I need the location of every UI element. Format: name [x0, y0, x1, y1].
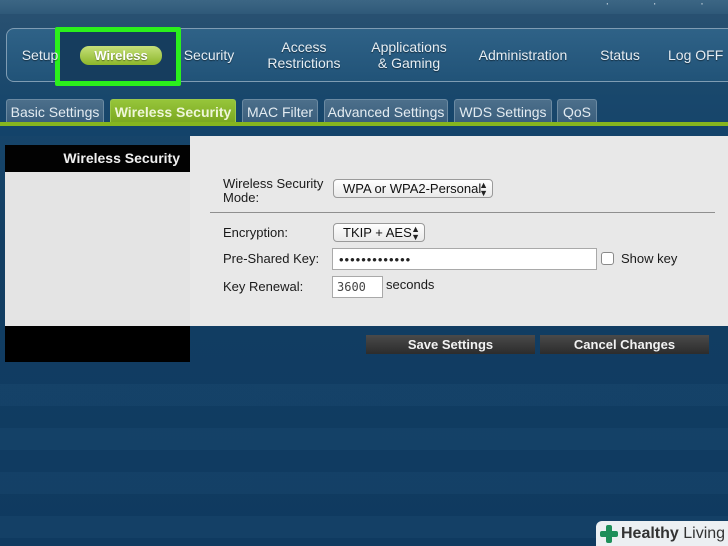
logo-brand-rest: Living [683, 524, 726, 542]
show-key-checkbox[interactable] [601, 252, 614, 265]
healthy-living-logo: Healthy Living [596, 521, 728, 546]
side-panel-header: Wireless Security [5, 145, 190, 172]
tab-advanced-settings[interactable]: Advanced Settings [324, 99, 448, 123]
logo-text: Healthy Living [621, 525, 725, 543]
background-texture [0, 362, 728, 546]
select-arrows-icon: ▲ ▼ [479, 180, 488, 198]
nav-item-applications-gaming[interactable]: Applications & Gaming [362, 28, 456, 82]
psk-label: Pre-Shared Key: [223, 251, 320, 266]
key-renewal-unit: seconds [386, 277, 435, 292]
top-dots: · · · [605, 0, 724, 10]
pre-shared-key-input[interactable]: ••••••••••••• [332, 248, 597, 270]
logo-brand-bold: Healthy [621, 524, 679, 542]
tab-wds-settings[interactable]: WDS Settings [454, 99, 552, 123]
wireless-security-form: Wireless Security Mode: WPA or WPA2-Pers… [190, 136, 728, 326]
side-panel-footer [5, 326, 190, 362]
security-mode-label: Wireless Security Mode: [223, 176, 324, 205]
tab-mac-filter[interactable]: MAC Filter [242, 99, 318, 123]
security-mode-select[interactable]: WPA or WPA2-Personal ▲ ▼ [333, 179, 493, 198]
nav-item-wireless[interactable]: Wireless [80, 46, 162, 65]
nav-item-access-restrictions[interactable]: Access Restrictions [258, 28, 350, 82]
plus-icon [600, 524, 618, 543]
encryption-label: Encryption: [223, 225, 289, 240]
tab-wireless-security[interactable]: Wireless Security [110, 99, 236, 123]
form-divider [210, 212, 715, 213]
side-panel-body [5, 172, 190, 326]
nav-item-setup[interactable]: Setup [18, 28, 62, 82]
top-strip: · · · [0, 0, 728, 14]
content-band [0, 126, 728, 136]
encryption-select[interactable]: TKIP + AES ▲ ▼ [333, 223, 425, 242]
show-key-label: Show key [621, 251, 678, 266]
tab-basic-settings[interactable]: Basic Settings [6, 99, 104, 123]
security-mode-value: WPA or WPA2-Personal [343, 181, 482, 196]
side-panel-title: Wireless Security [63, 150, 180, 166]
tab-qos[interactable]: QoS [557, 99, 597, 123]
key-renewal-label: Key Renewal: [223, 279, 304, 294]
save-settings-button[interactable]: Save Settings [366, 335, 535, 354]
encryption-value: TKIP + AES [343, 225, 412, 240]
cancel-changes-button[interactable]: Cancel Changes [540, 335, 709, 354]
nav-item-security[interactable]: Security [180, 28, 238, 82]
key-renewal-input[interactable]: 3600 [332, 276, 383, 298]
nav-item-log-off[interactable]: Log OFF [668, 28, 728, 82]
nav-item-status[interactable]: Status [594, 28, 646, 82]
nav-item-administration[interactable]: Administration [474, 28, 572, 82]
select-arrows-icon: ▲ ▼ [411, 224, 420, 242]
